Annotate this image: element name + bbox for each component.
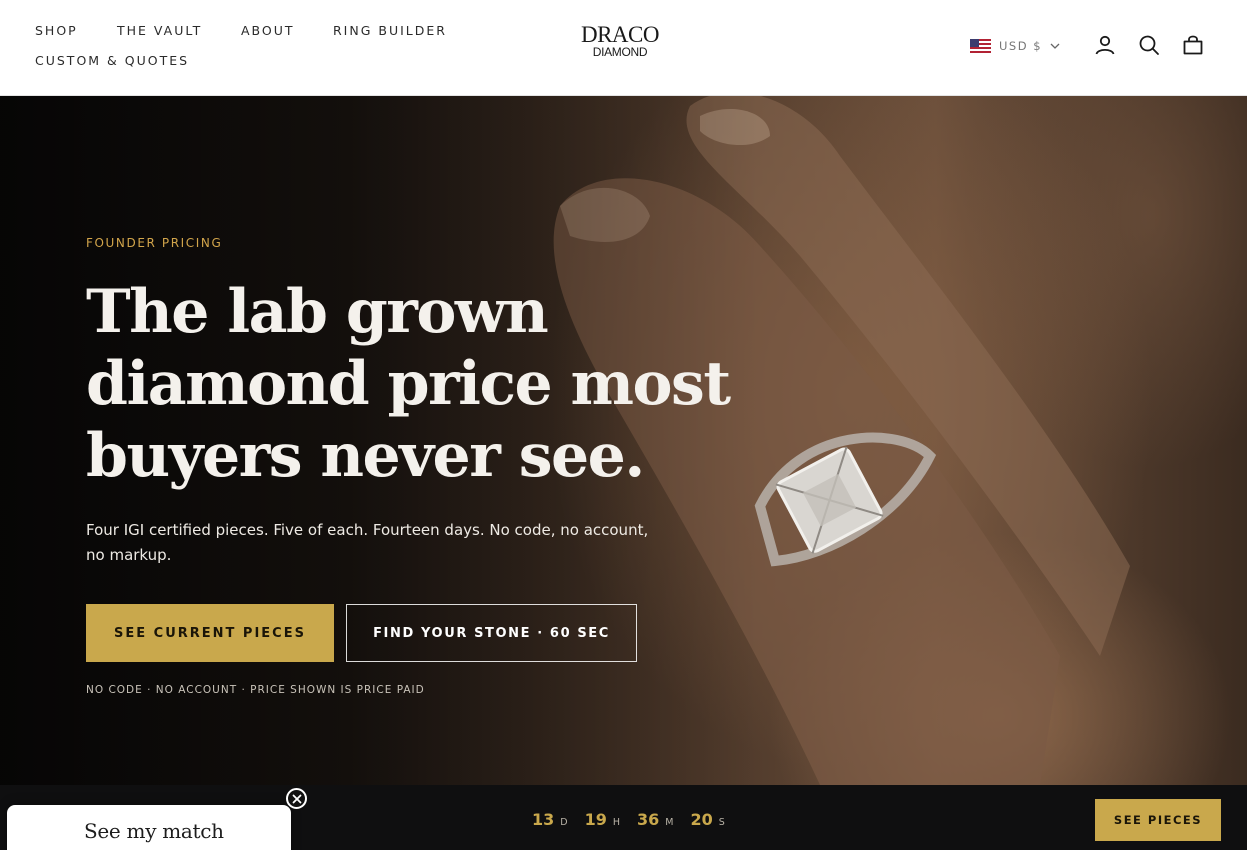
see-pieces-button[interactable]: SEE PIECES [1095, 799, 1221, 841]
us-flag-icon [970, 39, 991, 53]
countdown-timer: 13 D 19 H 36 M 20 S [532, 810, 742, 829]
cart-icon[interactable] [1181, 33, 1205, 57]
logo-wordmark: DRACO [580, 22, 660, 47]
nav-ring-builder[interactable]: RING BUILDER [333, 23, 447, 38]
countdown-days-unit: D [560, 817, 569, 828]
site-logo[interactable]: DRACO DIAMOND [560, 22, 680, 59]
see-current-pieces-button[interactable]: SEE CURRENT PIECES [86, 604, 334, 662]
hero-fine-print: NO CODE · NO ACCOUNT · PRICE SHOWN IS PR… [86, 684, 425, 696]
headline-line-2: diamond price most [86, 349, 731, 419]
match-popup[interactable]: See my match [7, 805, 291, 850]
countdown-hours-unit: H [612, 817, 622, 828]
nav-about[interactable]: ABOUT [241, 23, 295, 38]
countdown-hours: 19 [584, 810, 607, 829]
nav-custom-quotes[interactable]: CUSTOM & QUOTES [35, 53, 189, 68]
find-your-stone-button[interactable]: FIND YOUR STONE · 60 SEC [346, 604, 637, 662]
site-header: SHOP THE VAULT ABOUT RING BUILDER CUSTOM… [0, 0, 1247, 96]
countdown-seconds: 20 [690, 810, 713, 829]
account-icon[interactable] [1093, 33, 1117, 57]
countdown-days: 13 [532, 810, 555, 829]
nav-shop[interactable]: SHOP [35, 23, 78, 38]
hero-eyebrow: FOUNDER PRICING [86, 236, 223, 250]
logo-subtitle: DIAMOND [592, 45, 648, 59]
headline-line-1: The lab grown [86, 277, 549, 347]
nav-the-vault[interactable]: THE VAULT [117, 23, 202, 38]
countdown-seconds-unit: S [718, 817, 726, 828]
close-icon[interactable] [286, 788, 307, 809]
search-icon[interactable] [1137, 33, 1161, 57]
countdown-minutes-unit: M [665, 817, 675, 828]
hero-headline: The lab grown diamond price most buyers … [86, 276, 746, 492]
currency-selector[interactable]: USD $ [970, 36, 1060, 56]
close-x-glyph [292, 794, 301, 803]
headline-line-3: buyers never see. [86, 421, 645, 491]
popup-title: See my match [84, 819, 224, 843]
hero-banner: FOUNDER PRICING The lab grown diamond pr… [0, 96, 1247, 785]
chevron-down-icon [1050, 43, 1060, 49]
countdown-minutes: 36 [637, 810, 660, 829]
hero-subcopy: Four IGI certified pieces. Five of each.… [86, 521, 649, 564]
currency-label: USD $ [999, 39, 1043, 53]
